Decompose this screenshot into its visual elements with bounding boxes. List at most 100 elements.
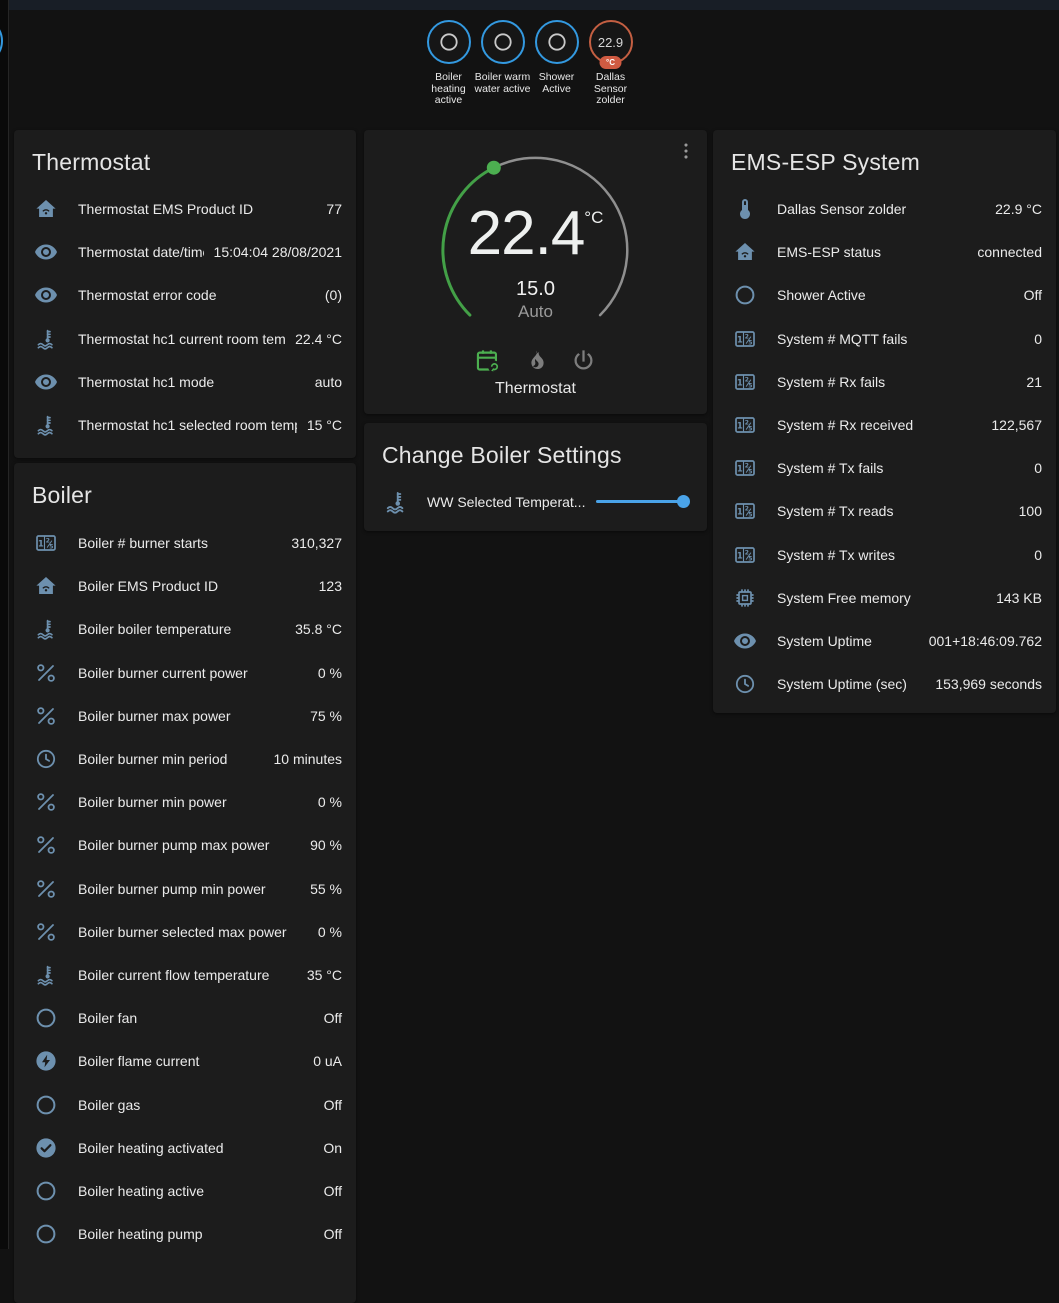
badge-value: 22.9 <box>598 35 623 50</box>
entity-row[interactable]: 125System # MQTT fails0 <box>713 317 1056 360</box>
svg-text:1: 1 <box>38 540 44 550</box>
eye-icon <box>34 240 58 264</box>
svg-text:5: 5 <box>748 555 752 562</box>
temperature-slider[interactable] <box>596 495 690 509</box>
entity-label: System # Tx reads <box>777 503 1009 519</box>
change-boiler-settings-card: Change Boiler Settings WW Selected Tempe… <box>364 423 707 531</box>
entity-row[interactable]: Thermostat hc1 modeauto <box>14 360 356 403</box>
entity-row[interactable]: 125System # Tx fails0 <box>713 447 1056 490</box>
entity-label: Thermostat hc1 mode <box>78 374 305 390</box>
svg-text:1: 1 <box>737 508 743 518</box>
entity-value: 122,567 <box>991 417 1042 433</box>
entity-row[interactable]: Boiler burner max power75 % <box>14 694 356 737</box>
entity-row[interactable]: Boiler EMS Product ID123 <box>14 565 356 608</box>
entity-label: Boiler gas <box>78 1097 314 1113</box>
badge[interactable]: Boiler heating active <box>425 20 472 107</box>
entity-row[interactable]: 125System # Tx writes0 <box>713 533 1056 576</box>
clock-icon <box>34 747 58 771</box>
slider-handle[interactable] <box>677 495 690 508</box>
percent-icon <box>34 833 58 857</box>
circle-outline-icon <box>546 31 568 53</box>
entity-row[interactable]: EMS-ESP statusconnected <box>713 231 1056 274</box>
entity-row[interactable]: Boiler burner selected max power0 % <box>14 910 356 953</box>
svg-text:5: 5 <box>748 425 752 432</box>
entity-row[interactable]: Boiler gasOff <box>14 1083 356 1126</box>
entity-value: 77 <box>326 201 342 217</box>
entity-row[interactable]: Boiler boiler temperature35.8 °C <box>14 608 356 651</box>
entity-row[interactable]: System Uptime (sec)153,969 seconds <box>713 663 1056 706</box>
entity-value: 001+18:46:09.762 <box>929 633 1042 649</box>
entity-row[interactable]: Thermostat EMS Product ID 77 <box>14 188 356 231</box>
entity-row[interactable]: Shower Active Off <box>713 274 1056 317</box>
entity-value: 15:04:04 28/08/2021 <box>214 244 342 260</box>
dial-handle[interactable] <box>487 161 501 175</box>
entity-label: Boiler burner pump min power <box>78 881 300 897</box>
entity-value: 22.4 °C <box>295 331 342 347</box>
entity-row[interactable]: 125 System # Tx reads 100 <box>713 490 1056 533</box>
entity-row[interactable]: 125System # Rx fails21 <box>713 360 1056 403</box>
entity-value: 153,969 seconds <box>935 676 1042 692</box>
entity-row[interactable]: Thermostat date/time15:04:04 28/08/2021 <box>14 231 356 274</box>
entity-label: Boiler burner min power <box>78 794 308 810</box>
entity-label: Boiler flame current <box>78 1053 303 1069</box>
entity-row[interactable]: Boiler fanOff <box>14 997 356 1040</box>
entity-label: Boiler boiler temperature <box>78 621 285 637</box>
badge-circle: 22.9°C <box>589 20 633 64</box>
entity-row[interactable]: Thermostat hc1 selected room temper...15… <box>14 403 356 446</box>
entity-row[interactable]: System Uptime 001+18:46:09.762 <box>713 619 1056 662</box>
svg-text:1: 1 <box>737 551 743 561</box>
entity-row[interactable]: Boiler burner min power0 % <box>14 781 356 824</box>
svg-text:5: 5 <box>748 469 752 476</box>
entity-value: On <box>323 1140 342 1156</box>
entity-row[interactable]: Dallas Sensor zolder22.9 °C <box>713 188 1056 231</box>
entity-label: Boiler # burner starts <box>78 535 281 551</box>
circle-outline-icon <box>34 1006 58 1030</box>
entity-label: System # Tx fails <box>777 460 1024 476</box>
entity-row[interactable]: Thermostat hc1 current room temper...22.… <box>14 317 356 360</box>
ww-selected-temperature-row[interactable]: WW Selected Temperat... <box>364 480 707 523</box>
entity-row[interactable]: Boiler burner min period10 minutes <box>14 737 356 780</box>
entity-value: Off <box>1024 287 1042 303</box>
entity-row[interactable]: 125System # Rx received122,567 <box>713 403 1056 446</box>
entity-row[interactable]: Thermostat error code(0) <box>14 274 356 317</box>
thermostat-card: Thermostat Thermostat EMS Product ID77Th… <box>14 130 356 458</box>
entity-label: Shower Active <box>777 287 1014 303</box>
entity-row[interactable]: Boiler burner pump min power55 % <box>14 867 356 910</box>
badge-circle <box>481 20 525 64</box>
entity-row[interactable]: 125Boiler # burner starts310,327 <box>14 522 356 565</box>
card-title: Thermostat <box>32 146 150 178</box>
entity-label: Boiler burner max power <box>78 708 300 724</box>
entity-rows: Thermostat EMS Product ID 77 Thermostat da… <box>14 188 356 447</box>
entity-label: System Uptime <box>777 633 919 649</box>
entity-row[interactable]: Boiler current flow temperature35 °C <box>14 953 356 996</box>
entity-value: 100 <box>1019 503 1042 519</box>
entity-row[interactable]: Boiler heating activeOff <box>14 1169 356 1212</box>
badge[interactable]: 22.9°CDallas Sensor zolder <box>587 20 634 107</box>
entity-value: Off <box>324 1010 342 1026</box>
circle-outline-icon <box>34 1179 58 1203</box>
entity-row[interactable]: System Free memory143 KB <box>713 576 1056 619</box>
badge[interactable]: Boiler warm water active <box>479 20 526 107</box>
entity-row[interactable]: Boiler burner pump max power90 % <box>14 824 356 867</box>
entity-label: Boiler burner selected max power <box>78 924 308 940</box>
badge-label: Shower Active <box>526 72 588 95</box>
auto-mode-icon[interactable] <box>474 347 501 374</box>
off-mode-icon[interactable] <box>570 347 597 374</box>
entity-rows: 125Boiler # burner starts310,327Boiler E… <box>14 522 356 1256</box>
counter-icon: 125 <box>733 499 757 523</box>
entity-row[interactable]: Boiler flame current0 uA <box>14 1040 356 1083</box>
heat-mode-icon[interactable] <box>522 347 549 374</box>
entity-row[interactable]: Boiler heating activatedOn <box>14 1126 356 1169</box>
svg-text:1: 1 <box>737 422 743 432</box>
entity-row[interactable]: Boiler heating pumpOff <box>14 1213 356 1256</box>
entity-label: Thermostat EMS Product ID <box>78 201 316 217</box>
badge-label: Boiler warm water active <box>472 72 534 95</box>
entity-value: 35 °C <box>307 967 342 983</box>
entity-rows: Dallas Sensor zolder22.9 °CEMS-ESP statu… <box>713 188 1056 706</box>
percent-icon <box>34 790 58 814</box>
chip-icon <box>733 586 757 610</box>
badge-circle <box>535 20 579 64</box>
circle-outline-icon <box>492 31 514 53</box>
badge[interactable]: Shower Active <box>533 20 580 107</box>
entity-row[interactable]: Boiler burner current power0 % <box>14 651 356 694</box>
